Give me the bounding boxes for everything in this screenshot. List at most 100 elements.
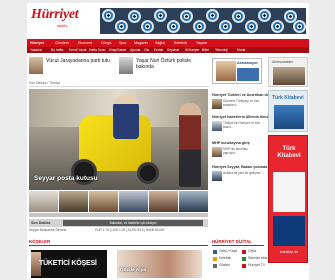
subnav-item[interactable]: Kitap/Sanat [109,47,126,53]
hero-caption: Seyyar posta kutusu [34,175,98,182]
evil-eye-icon [293,20,306,33]
news-image[interactable] [212,99,222,109]
section-label: Son Dakika / Türkiye [29,80,209,87]
digital-link[interactable]: Hürriyet TV [248,263,265,267]
promo-item[interactable]: Yaşar Nuri Öztürk polisle bakında [119,55,207,77]
promo-text: Vücut Jarayadanna parti tutu [46,58,110,64]
logo-text: Hürriyet [31,7,79,22]
subnav-item[interactable]: Seyahat [167,47,179,53]
evil-eye-icon [180,10,193,23]
news-summary: Türkiye'de Hürriyet ve tüm basın... [223,121,261,130]
digital-link[interactable]: Ceyiz [248,249,256,253]
nav-item[interactable]: Ekonomi [78,39,92,47]
news-summary: Ankara'da yeni bir gelişme... [223,171,263,175]
tuketici-title: TÜKETİCİ KÖŞESİ [39,260,97,267]
market-ticker: Seyyar Bankacılık Serbest EUR 1.76 | USD… [29,227,208,233]
ad-title: Türk Kitabevi [277,146,301,159]
evil-eye-icon [193,20,206,33]
market-values: EUR 1.76 | USD 1.29 | ALTIN 53.3 | İMKB … [95,228,165,232]
nav-item[interactable]: Gündem [55,39,69,47]
evil-eye-icon [245,20,258,33]
thumbnail-row [29,191,208,212]
ad-title: Aklımızdakiler [272,60,294,64]
ad-book-image [273,216,305,246]
tv-icon [242,264,246,268]
breaking-news-bar: Son Dakika Bakanlar, ve haberler için tı… [29,219,208,227]
pedestrian-graphic [179,103,201,187]
nav-item[interactable]: Sağlık [155,39,165,47]
nav-item[interactable]: Kelebek [174,39,187,47]
ad-title: Türk Kitabevi [272,95,304,101]
divider [29,245,208,246]
evil-eye-icon [167,20,180,33]
ad-graphic [237,68,259,81]
digital-link[interactable]: Kelebek [219,256,231,260]
thumbnail[interactable] [59,191,88,212]
rider-graphic [113,95,139,139]
subnav-item[interactable]: Kendi Yazdı [69,47,86,53]
thumbnail[interactable] [179,191,208,212]
banner-ad[interactable] [100,8,306,34]
digital-link[interactable]: Girişi / Kayıt [219,249,237,253]
subnav-item[interactable]: Yazarlar [30,47,42,53]
news-summary: Gündem Türkiyeyi ve tüm kesimleri... [223,99,260,108]
subnav-item[interactable]: Bu hafta [51,47,63,53]
news-image[interactable] [212,147,222,157]
nav-item[interactable]: Spor [119,39,127,47]
thumbnail[interactable] [149,191,178,212]
right-ad[interactable]: Aklımızdakiler [268,57,308,87]
news-headline[interactable]: MHP kurultayına giriş [212,141,250,145]
skyscraper-ad[interactable]: Türk Kitabevi turkkitap.de [268,135,308,263]
digital-link[interactable]: Sitenize ekle [248,256,267,260]
evil-eye-icon [115,20,128,33]
subnav-item[interactable]: Ajanda [130,47,140,53]
evil-eye-icon [271,20,284,33]
evil-eye-icon [206,9,219,22]
ad-book-image [273,172,305,212]
evil-eye-icon [128,10,141,23]
subnav-item[interactable]: Moda [237,47,245,53]
news-image[interactable] [212,171,222,181]
news-headline[interactable]: Hürriyet Seyyar, Bakan yolunda [212,165,267,169]
logo[interactable]: Hürriyet webtv [31,7,91,31]
ad-title: Arzulanıyor [237,61,258,65]
digital-link[interactable]: Gösteri [219,263,230,267]
subnav-item[interactable]: Hafta Sonu [89,47,106,53]
ad-url: turkkitap.de [279,250,299,254]
add-site-icon [242,257,246,261]
page: Hürriyet webtv Hürriyet Gündem Ekonomi D… [27,3,309,280]
evil-eye-icon [258,9,271,22]
digital-title: HÜRRİYET DİJİTAL [212,239,252,244]
columnist-card[interactable]: Gözde Alpa [117,250,202,278]
subnav-item[interactable]: Teknoloji [215,47,228,53]
subnav-item[interactable]: Oto [144,47,149,53]
subnav-item[interactable]: Bilim [202,47,209,53]
right-ad[interactable]: Türk Kitabevi [268,90,308,132]
hero-image[interactable]: Seyyar posta kutusu [29,89,208,190]
breaking-news-link[interactable]: Bakanlar, ve haberler için tıklayın [63,220,203,226]
news-image[interactable] [212,121,222,131]
thumbnail-pager[interactable] [29,213,208,217]
thumbnail[interactable] [119,191,148,212]
subnav-item[interactable]: Emlak [154,47,163,53]
news-summary: MHP'nin kurultayı yapılıyor... [223,147,248,156]
ad-image [216,61,236,81]
thumbnail[interactable] [89,191,118,212]
nav-item[interactable]: Dünya [101,39,111,47]
ticker-left[interactable]: Seyyar Bankacılık Serbest [29,228,66,232]
middle-ad[interactable]: Arzulanıyor [212,58,262,84]
thumbnail[interactable] [29,191,58,212]
news-headline[interactable]: Hürriyet haberlerin ülkenin tümü [212,115,269,119]
ad-image [274,105,304,129]
promo-item[interactable]: Vücut Jarayadanna parti tutu [29,55,117,77]
nav-item[interactable]: Yaşam [196,39,207,47]
tuketici-banner[interactable]: TÜKETİCİ KÖŞESİ [31,250,107,278]
login-icon [213,250,217,254]
secondary-nav: Yazarlar Bu hafta Kendi Yazdı Hafta Sonu… [27,47,309,53]
evil-eye-icon [219,20,232,33]
subnav-item[interactable]: İK/Kariyer [185,47,199,53]
nav-item[interactable]: Hürriyet [30,39,44,47]
nav-item[interactable]: Magazin [134,39,148,47]
ad-image [273,67,305,85]
header: Hürriyet webtv [27,3,309,37]
